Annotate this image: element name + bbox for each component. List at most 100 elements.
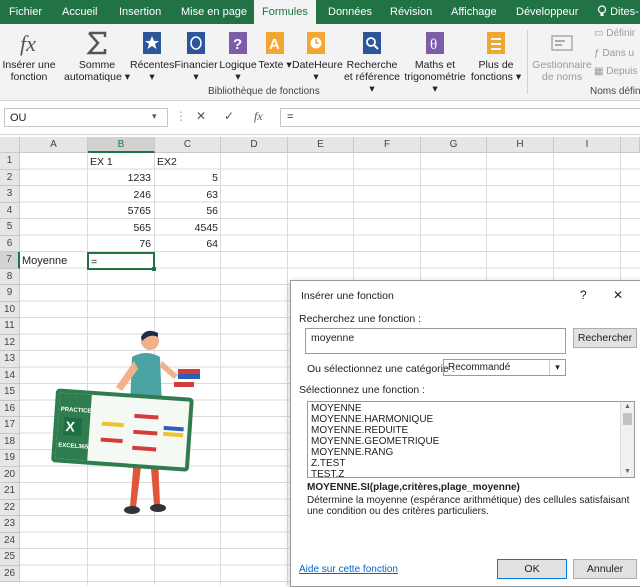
column-header-f[interactable]: F xyxy=(354,137,421,153)
list-item[interactable]: Z.TEST xyxy=(311,458,345,469)
column-header-i[interactable]: I xyxy=(554,137,621,153)
list-item[interactable]: MOYENNE xyxy=(311,403,362,414)
cell-c2[interactable]: 5 xyxy=(155,170,221,187)
row-header[interactable]: 7 xyxy=(0,252,20,269)
row-header[interactable]: 26 xyxy=(0,565,20,582)
active-cell-b7[interactable]: = xyxy=(87,252,155,270)
row-header[interactable]: 16 xyxy=(0,400,20,417)
ok-button[interactable]: OK xyxy=(497,559,567,579)
row-header[interactable]: 5 xyxy=(0,219,20,236)
column-header-g[interactable]: G xyxy=(421,137,487,153)
list-item[interactable]: MOYENNE.REDUITE xyxy=(311,425,408,436)
cell-c5[interactable]: 4545 xyxy=(155,220,221,237)
tab-accueil[interactable]: Accueil xyxy=(62,0,97,24)
column-header-c[interactable]: C xyxy=(155,137,221,153)
cell-b4[interactable]: 5765 xyxy=(88,203,154,220)
list-item[interactable]: MOYENNE.RANG xyxy=(311,447,393,458)
cancel-button[interactable]: Annuler xyxy=(573,559,637,579)
insert-function-button[interactable]: fx Insérer une fonction xyxy=(2,30,56,83)
row-header[interactable]: 8 xyxy=(0,268,20,285)
column-header-b[interactable]: B xyxy=(88,137,155,153)
tab-affichage[interactable]: Affichage xyxy=(451,0,497,24)
category-select[interactable]: Recommandé ▾ xyxy=(443,359,566,376)
text-button[interactable]: A Texte ▾ xyxy=(258,30,292,71)
tab-mise-en-page[interactable]: Mise en page xyxy=(181,0,247,24)
select-all-corner[interactable] xyxy=(0,137,20,153)
row-header[interactable]: 14 xyxy=(0,367,20,384)
list-scrollbar[interactable]: ▲ ▼ xyxy=(620,402,634,477)
cancel-entry-button[interactable]: ✕ xyxy=(196,109,206,123)
row-header[interactable]: 13 xyxy=(0,351,20,368)
tab-insertion[interactable]: Insertion xyxy=(119,0,161,24)
help-button[interactable]: ? xyxy=(580,288,587,302)
formula-input[interactable]: = xyxy=(280,108,640,127)
row-header[interactable]: 4 xyxy=(0,202,20,219)
row-header[interactable]: 17 xyxy=(0,417,20,434)
scroll-up-icon[interactable]: ▲ xyxy=(621,402,634,412)
financial-button[interactable]: Financier ▾ xyxy=(174,30,218,83)
row-header[interactable]: 12 xyxy=(0,334,20,351)
create-from-selection-button[interactable]: ▦ Depuis xyxy=(594,66,640,78)
column-header-e[interactable]: E xyxy=(288,137,354,153)
fill-handle[interactable] xyxy=(152,267,156,271)
more-functions-button[interactable]: Plus de fonctions ▾ xyxy=(468,30,524,83)
cell-b5[interactable]: 565 xyxy=(88,220,154,237)
use-in-formula-button[interactable]: ƒ Dans u xyxy=(594,48,640,60)
cell-c6[interactable]: 64 xyxy=(155,236,221,253)
list-item[interactable]: TEST.Z xyxy=(311,469,344,477)
row-header[interactable]: 1 xyxy=(0,153,20,170)
tab-revision[interactable]: Révision xyxy=(390,0,432,24)
row-header[interactable]: 15 xyxy=(0,384,20,401)
cell-c1[interactable]: EX2 xyxy=(155,154,221,171)
autosum-button[interactable]: Somme automatique ▾ xyxy=(64,30,130,83)
name-box-dropdown-icon[interactable]: ▾ xyxy=(152,111,157,122)
row-header[interactable]: 25 xyxy=(0,549,20,566)
tab-developpeur[interactable]: Développeur xyxy=(516,0,578,24)
cell-b2[interactable]: 1233 xyxy=(88,170,154,187)
cell-c4[interactable]: 56 xyxy=(155,203,221,220)
column-header-h[interactable]: H xyxy=(487,137,554,153)
cell-c3[interactable]: 63 xyxy=(155,187,221,204)
scroll-down-icon[interactable]: ▼ xyxy=(621,467,634,477)
column-header-a[interactable]: A xyxy=(20,137,88,153)
scroll-thumb[interactable] xyxy=(623,413,632,425)
cell-b6[interactable]: 76 xyxy=(88,236,154,253)
logical-button[interactable]: ? Logique ▾ xyxy=(218,30,258,83)
row-header[interactable]: 19 xyxy=(0,450,20,467)
row-header[interactable]: 2 xyxy=(0,169,20,186)
row-header[interactable]: 18 xyxy=(0,433,20,450)
define-name-button[interactable]: ▭ Définir xyxy=(594,28,640,40)
tab-tell-me[interactable]: Dites- xyxy=(597,0,639,24)
recent-button[interactable]: Récentes ▾ xyxy=(130,30,174,83)
row-header[interactable]: 20 xyxy=(0,466,20,483)
row-header[interactable]: 23 xyxy=(0,516,20,533)
cell-b1[interactable]: EX 1 xyxy=(88,154,154,171)
insert-function-fx-button[interactable]: fx xyxy=(254,109,263,124)
cell-b3[interactable]: 246 xyxy=(88,187,154,204)
name-manager-button[interactable]: Gestionnaire de noms xyxy=(532,30,592,83)
help-link[interactable]: Aide sur cette fonction xyxy=(299,564,398,575)
row-header[interactable]: 9 xyxy=(0,285,20,302)
column-header-d[interactable]: D xyxy=(221,137,288,153)
row-header[interactable]: 11 xyxy=(0,318,20,335)
row-header[interactable]: 3 xyxy=(0,186,20,203)
row-header[interactable]: 22 xyxy=(0,499,20,516)
tab-donnees[interactable]: Données xyxy=(328,0,372,24)
function-listbox[interactable]: MOYENNE MOYENNE.HARMONIQUE MOYENNE.REDUI… xyxy=(307,401,635,478)
lookup-button[interactable]: Recherche et référence ▾ xyxy=(341,30,403,95)
enter-button[interactable]: ✓ xyxy=(224,109,234,123)
chevron-down-icon[interactable]: ▾ xyxy=(549,360,565,375)
row-header[interactable]: 10 xyxy=(0,301,20,318)
list-item[interactable]: MOYENNE.HARMONIQUE xyxy=(311,414,433,425)
tab-formules[interactable]: Formules xyxy=(254,0,316,24)
list-item[interactable]: MOYENNE.GEOMETRIQUE xyxy=(311,436,439,447)
search-button[interactable]: Rechercher xyxy=(573,328,637,348)
row-header[interactable]: 24 xyxy=(0,532,20,549)
name-box[interactable]: OU xyxy=(4,108,168,127)
row-header[interactable]: 21 xyxy=(0,483,20,500)
search-function-input[interactable]: moyenne xyxy=(305,328,566,354)
datetime-button[interactable]: DateHeure ▾ xyxy=(292,30,343,83)
column-header-next[interactable] xyxy=(621,137,640,153)
close-button[interactable]: ✕ xyxy=(613,288,623,302)
math-button[interactable]: θ Maths et trigonométrie ▾ xyxy=(403,30,467,95)
